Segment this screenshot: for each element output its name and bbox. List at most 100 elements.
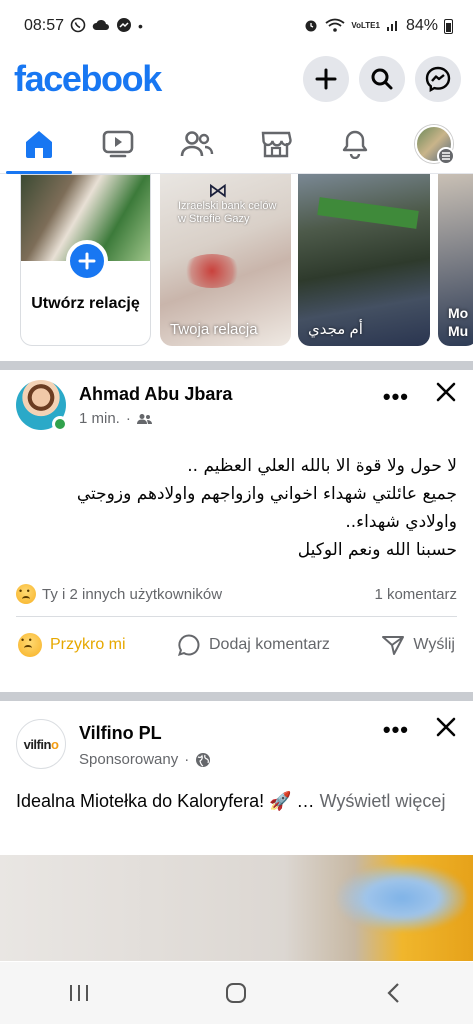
post-line: جميع عائلتي شهداء اخواني وازواجهم واولاد… [76,484,457,504]
stories-tray: Utwórz relację ⋈ Izraelski bank celów w … [0,174,473,360]
alarm-icon [303,17,319,35]
ad-text: Idealna Miotełka do Kaloryfera! 🚀 … Wyśw… [0,787,473,815]
recent-apps-icon [69,985,88,1001]
reactions-summary: Ty i 2 innych użytkowników 1 komentarz [0,572,473,616]
post-body: لا حول ولا قوة الا بالله العلي العظيم ..… [0,452,473,564]
story-friend-2[interactable]: Mo Mu [438,174,473,346]
post-actions: Przykro mi Dodaj komentarz Wyślij [0,617,473,673]
volte-label: VoLTE1 [351,21,380,30]
story-friend-1-label: أم مجدي [308,321,363,338]
app-header: facebook [0,52,473,106]
status-bar: 08:57 • VoLTE1 84% [0,0,473,52]
sad-reaction-icon [16,584,36,604]
post-time[interactable]: 1 min. [79,410,120,427]
video-icon [102,130,134,157]
create-button[interactable] [303,56,349,102]
reactions-left[interactable]: Ty i 2 innych użytkowników [16,584,222,604]
close-icon [436,717,456,737]
send-icon [382,636,405,655]
messenger-icon [425,66,451,92]
battery-percent: 84% [405,17,438,34]
advertiser-name[interactable]: Vilfino PL [79,723,162,744]
add-story-button[interactable] [66,240,108,282]
status-time: 08:57 [24,17,65,34]
home-icon [26,130,53,158]
hide-post-button[interactable] [435,715,457,743]
wifi-icon [325,18,345,34]
story-yours-label: Twoja relacja [170,321,258,338]
post-line: لا حول ولا قوة الا بالله العلي العظيم .. [187,456,457,476]
vilfino-logo-text: vilfin [23,736,52,752]
share-button[interactable]: Wyślij [381,633,455,657]
menu-icon [436,146,455,165]
see-more-link[interactable]: Wyświetl więcej [320,791,446,811]
react-button[interactable]: Przykro mi [18,633,126,657]
story-create-label: Utwórz relację [31,295,140,312]
post-header: Ahmad Abu Jbara 1 min. · ••• [0,370,473,432]
home-system-icon [226,983,247,1003]
comment-button[interactable]: Dodaj komentarz [177,633,330,657]
tab-friends[interactable] [158,115,236,173]
whatsapp-icon [70,17,86,35]
story-create[interactable]: Utwórz relację [20,174,151,346]
ad-headline: Idealna Miotełka do Kaloryfera! 🚀 … [16,791,315,811]
more-options-button[interactable]: ••• [383,384,409,410]
recent-apps-button[interactable] [49,968,109,1018]
vilfino-logo-accent: o [50,736,59,752]
dot-separator: · [184,751,190,768]
back-button[interactable] [364,968,424,1018]
sad-reaction-icon [18,633,42,657]
cloud-icon [92,18,110,34]
advertiser-avatar[interactable]: vilfin o [16,719,66,769]
post-line: حسبنا الله ونعم الوكيل [297,540,457,560]
marketplace-icon [261,131,292,157]
sponsored-label[interactable]: Sponsorowany [79,751,178,768]
search-icon [371,68,393,90]
story-yours[interactable]: ⋈ Izraelski bank celów w Strefie Gazy Tw… [160,174,291,346]
messenger-button[interactable] [415,56,461,102]
story-image-detail [317,197,419,229]
comment-icon [177,634,200,657]
feed-separator [0,692,473,701]
feed-separator [0,361,473,370]
main-nav [0,114,473,174]
dot-icon: • [138,18,143,34]
messenger-status-icon [116,17,132,35]
profile-avatar [414,124,455,165]
friends-audience-icon [136,413,152,424]
comment-label: Dodaj komentarz [208,636,330,653]
system-nav-bar [0,962,473,1024]
post-ahmad: Ahmad Abu Jbara 1 min. · ••• لا حول ولا … [0,370,473,685]
bell-icon [342,130,367,159]
story-friend-2-label: Mo Mu [448,305,469,339]
author-name[interactable]: Ahmad Abu Jbara [79,384,232,405]
back-icon [387,983,399,1003]
home-system-button[interactable] [206,968,266,1018]
hide-post-button[interactable] [435,380,457,408]
post-line: واولادي شهداء.. [345,512,457,532]
close-icon [436,382,456,402]
tab-profile-menu[interactable] [395,115,473,173]
story-friend-1[interactable]: أم مجدي [298,174,430,346]
comments-count[interactable]: 1 komentarz [374,586,457,603]
post-sponsored: vilfin o Vilfino PL Sponsorowany · ••• Id… [0,701,473,961]
story-image-detail [182,254,242,288]
friends-icon [180,130,214,156]
story-overlay-text: Izraelski bank celów w Strefie Gazy [178,200,277,225]
reactions-text: Ty i 2 innych użytkowników [42,585,223,603]
facebook-logo[interactable]: facebook [14,58,162,100]
react-label: Przykro mi [50,636,126,653]
tab-home[interactable] [0,115,78,174]
search-button[interactable] [359,56,405,102]
plus-icon [315,68,337,90]
plus-icon [78,252,96,270]
tab-notifications[interactable] [316,115,394,173]
post-meta: 1 min. · [79,410,153,427]
more-options-button[interactable]: ••• [383,717,409,743]
tab-marketplace[interactable] [237,115,315,173]
ad-image[interactable] [0,855,473,961]
battery-icon [444,18,453,34]
tab-video[interactable] [79,115,157,173]
share-label: Wyślij [413,636,455,653]
post-meta: Sponsorowany · [79,751,211,768]
